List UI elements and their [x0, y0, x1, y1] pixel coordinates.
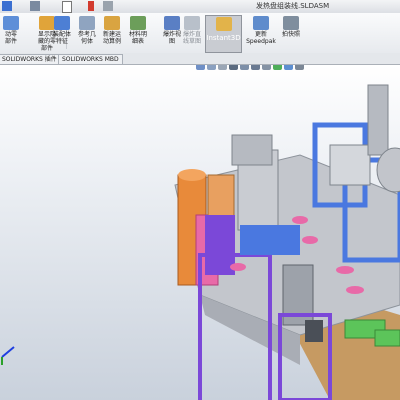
blue-arm	[240, 225, 300, 255]
instant3d-icon	[215, 17, 232, 31]
pink-ring	[230, 263, 246, 271]
command-manager-ribbon: 动零 部件 显示隐 藏的零 部件 装配体 特征 参考几 何体 新建运 动算例 材…	[0, 13, 400, 54]
document-icon[interactable]	[2, 1, 12, 11]
display-style-icon[interactable]	[251, 65, 260, 70]
green-part	[374, 329, 400, 347]
explode-line-sketch-icon	[184, 16, 200, 30]
previous-view-icon[interactable]	[218, 65, 227, 70]
assembly-features-icon	[54, 16, 70, 30]
motor-icon	[305, 320, 323, 342]
graphics-viewport[interactable]	[0, 65, 400, 400]
view-settings-icon[interactable]	[295, 65, 304, 70]
triad-x-axis	[1, 346, 15, 358]
zoom-fit-icon[interactable]	[196, 65, 205, 70]
view-orientation-icon[interactable]	[240, 65, 249, 70]
zoom-area-icon[interactable]	[207, 65, 216, 70]
grey-box-right	[329, 144, 371, 186]
pink-ring	[292, 216, 308, 224]
grid-icon[interactable]	[30, 1, 40, 11]
orange-stack-top	[178, 169, 206, 181]
take-snapshot-button[interactable]: 拍快照	[274, 15, 308, 51]
update-speedpak-button[interactable]: 更新 Speedpak	[244, 15, 278, 51]
scene-icon[interactable]	[284, 65, 293, 70]
pink-ring	[302, 236, 318, 244]
window-title: 发热盘组装线.SLDASM	[256, 2, 330, 10]
motion-study-icon	[104, 16, 120, 30]
speedpak-icon	[253, 16, 269, 30]
bill-of-materials-icon	[130, 16, 146, 30]
traffic-light-icon[interactable]	[88, 1, 94, 11]
options-icon[interactable]	[103, 1, 113, 11]
machine-head	[231, 134, 273, 166]
grey-post-right	[367, 84, 389, 156]
heads-up-view-toolbar	[196, 65, 341, 71]
hide-show-icon[interactable]	[262, 65, 271, 70]
tab-solidworks-addins[interactable]: SOLIDWORKS 插件	[0, 54, 61, 64]
bill-of-materials-button[interactable]: 材料明 细表	[121, 15, 155, 51]
command-tabs: SOLIDWORKS 插件 SOLIDWORKS MBD	[0, 53, 400, 65]
pink-ring	[346, 286, 364, 294]
instant3d-button[interactable]: Instant3D	[205, 15, 242, 53]
move-component-button[interactable]: 动零 部件	[0, 15, 28, 51]
pink-ring	[336, 266, 354, 274]
section-view-icon[interactable]	[229, 65, 238, 70]
cursor-icon[interactable]	[62, 1, 72, 13]
edit-appearance-icon[interactable]	[273, 65, 282, 70]
reference-geometry-icon	[79, 16, 95, 30]
snapshot-icon	[283, 16, 299, 30]
tab-solidworks-mbd[interactable]: SOLIDWORKS MBD	[58, 54, 123, 64]
move-component-icon	[3, 16, 19, 30]
title-bar: 发热盘组装线.SLDASM	[0, 0, 400, 14]
assembly-model[interactable]	[0, 65, 400, 400]
explode-line-sketch-button[interactable]: 爆炸直 线草图	[175, 15, 209, 51]
